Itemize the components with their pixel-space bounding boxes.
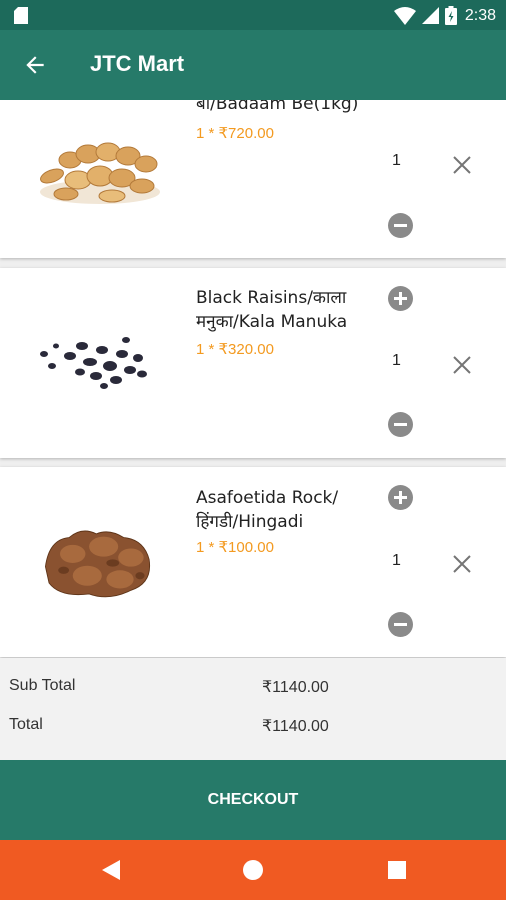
subtotal-value: ₹1140.00 [262, 679, 329, 696]
status-bar: 2:38 [0, 0, 506, 30]
item-quantity: 1 [392, 152, 401, 169]
status-time: 2:38 [464, 6, 496, 24]
arrow-back-icon[interactable] [22, 52, 48, 78]
item-name: Black Raisins/काला मनुका/Kala Manuka [196, 288, 348, 332]
cart-list[interactable]: Almond seed/बदाम बी/Badaam Be(1kg) 1 * ₹… [0, 100, 506, 658]
app-title: JTC Mart [90, 51, 185, 76]
close-icon[interactable] [450, 552, 474, 576]
totals-section: Sub Total ₹1140.00 Total ₹1140.00 [0, 658, 506, 760]
close-icon[interactable] [450, 353, 474, 377]
total-label: Total [9, 716, 43, 733]
item-quantity: 1 [392, 552, 401, 569]
recents-square-icon[interactable] [386, 858, 408, 882]
black-raisins-image [40, 337, 147, 389]
total-row: Total ₹1140.00 [0, 710, 506, 740]
decrease-quantity-button[interactable] [388, 213, 413, 238]
item-price: 1 * ₹320.00 [196, 341, 274, 358]
increase-quantity-button[interactable] [388, 485, 413, 510]
almond-image [40, 142, 160, 204]
wifi-icon [393, 6, 416, 25]
subtotal-label: Sub Total [9, 677, 76, 694]
signal-icon [421, 7, 439, 24]
back-triangle-icon[interactable] [100, 858, 122, 882]
sd-card-icon [14, 7, 28, 24]
item-quantity: 1 [392, 352, 401, 369]
item-name: Asafoetida Rock/हिंगडी/Hingadi [196, 488, 339, 532]
cart-item-black-raisins: Black Raisins/काला मनुका/Kala Manuka 1 *… [0, 268, 506, 458]
item-price: 1 * ₹720.00 [196, 125, 274, 142]
item-name: Almond seed/बदाम बी/Badaam Be(1kg) [196, 100, 359, 114]
close-icon[interactable] [450, 153, 474, 177]
cart-item-asafoetida: Asafoetida Rock/हिंगडी/Hingadi 1 * ₹100.… [0, 467, 506, 657]
system-nav-bar [0, 840, 506, 900]
cart-item-almond: Almond seed/बदाम बी/Badaam Be(1kg) 1 * ₹… [0, 100, 506, 258]
increase-quantity-button[interactable] [388, 286, 413, 311]
item-price: 1 * ₹100.00 [196, 539, 274, 556]
total-value: ₹1140.00 [262, 718, 329, 735]
battery-icon [444, 6, 457, 25]
app-bar: JTC Mart [0, 30, 506, 100]
home-circle-icon[interactable] [242, 858, 264, 882]
checkout-button[interactable]: CHECKOUT [0, 760, 506, 840]
decrease-quantity-button[interactable] [388, 612, 413, 637]
subtotal-row: Sub Total ₹1140.00 [0, 671, 506, 701]
decrease-quantity-button[interactable] [388, 412, 413, 437]
asafoetida-image [44, 530, 151, 598]
